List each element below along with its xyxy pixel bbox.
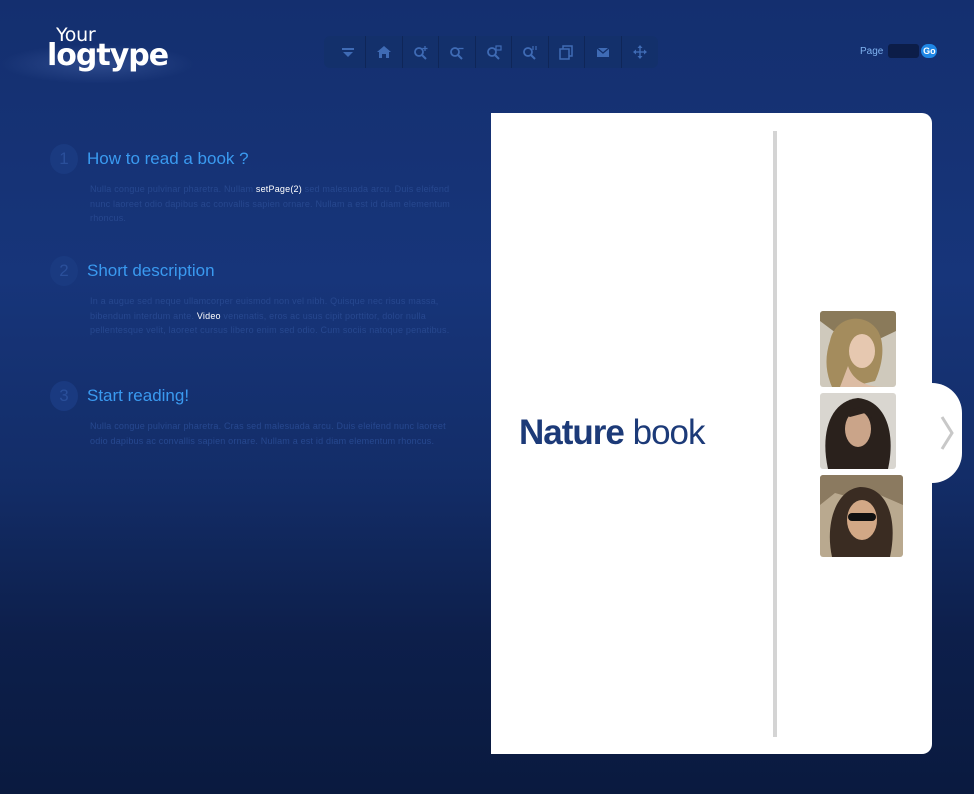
step-description: In a augue sed neque ullamcorper euismod…	[90, 294, 450, 338]
step-number: 3	[50, 381, 78, 411]
book-spine	[773, 131, 777, 737]
book-title-bold: Nature	[519, 413, 625, 452]
email-icon	[596, 47, 610, 57]
step-title: Short description	[87, 261, 215, 280]
home-icon	[377, 46, 392, 58]
toolbar	[324, 36, 658, 68]
logo-line2: logtype	[47, 38, 169, 73]
zoom-in-icon	[413, 46, 428, 60]
photo-thumbnail-2	[820, 393, 896, 469]
zoom-out-button[interactable]	[439, 36, 476, 68]
page-number-input[interactable]	[888, 44, 920, 58]
step-body-text: Nulla congue pulvinar pharetra. Nullam	[90, 184, 256, 194]
step-title: Start reading!	[87, 386, 190, 405]
step-number: 1	[50, 144, 78, 174]
page-label: Page	[860, 45, 884, 57]
book-title: Nature book	[519, 413, 705, 453]
zoom-actual-icon	[523, 46, 537, 60]
zoom-fit-button[interactable]	[476, 36, 513, 68]
pages-icon	[559, 45, 574, 60]
next-page-button[interactable]	[932, 383, 962, 483]
logo: Your logtype	[0, 14, 200, 89]
fullscreen-button[interactable]	[622, 36, 658, 68]
book-page[interactable]: Nature book	[491, 113, 932, 754]
go-button[interactable]: Go	[921, 44, 938, 58]
chevron-right-icon	[940, 416, 954, 450]
page-control: Page Go	[860, 43, 938, 59]
photo-thumbnail-1	[820, 311, 896, 387]
zoom-in-button[interactable]	[403, 36, 440, 68]
zoom-out-icon	[450, 47, 464, 60]
set-page-link[interactable]: setPage(2)	[256, 184, 302, 194]
dropdown-arrow-button[interactable]	[330, 36, 367, 68]
home-button[interactable]	[366, 36, 403, 68]
step-title: How to read a book ?	[87, 149, 249, 168]
fullscreen-icon	[632, 45, 647, 59]
book-title-light: book	[623, 413, 706, 452]
video-link[interactable]: Video	[197, 311, 221, 321]
dropdown-arrow-icon	[341, 48, 354, 57]
step-description: Nulla congue pulvinar pharetra. Nullam s…	[90, 182, 450, 226]
photo-thumbnail-3	[820, 475, 903, 557]
email-button[interactable]	[585, 36, 622, 68]
step-number: 2	[50, 256, 78, 286]
zoom-fit-icon	[486, 45, 502, 60]
step-description: Nulla congue pulvinar pharetra. Cras sed…	[90, 419, 450, 448]
zoom-actual-button[interactable]	[512, 36, 549, 68]
step-body-text: Nulla congue pulvinar pharetra. Cras sed…	[90, 421, 446, 446]
pages-button[interactable]	[549, 36, 586, 68]
